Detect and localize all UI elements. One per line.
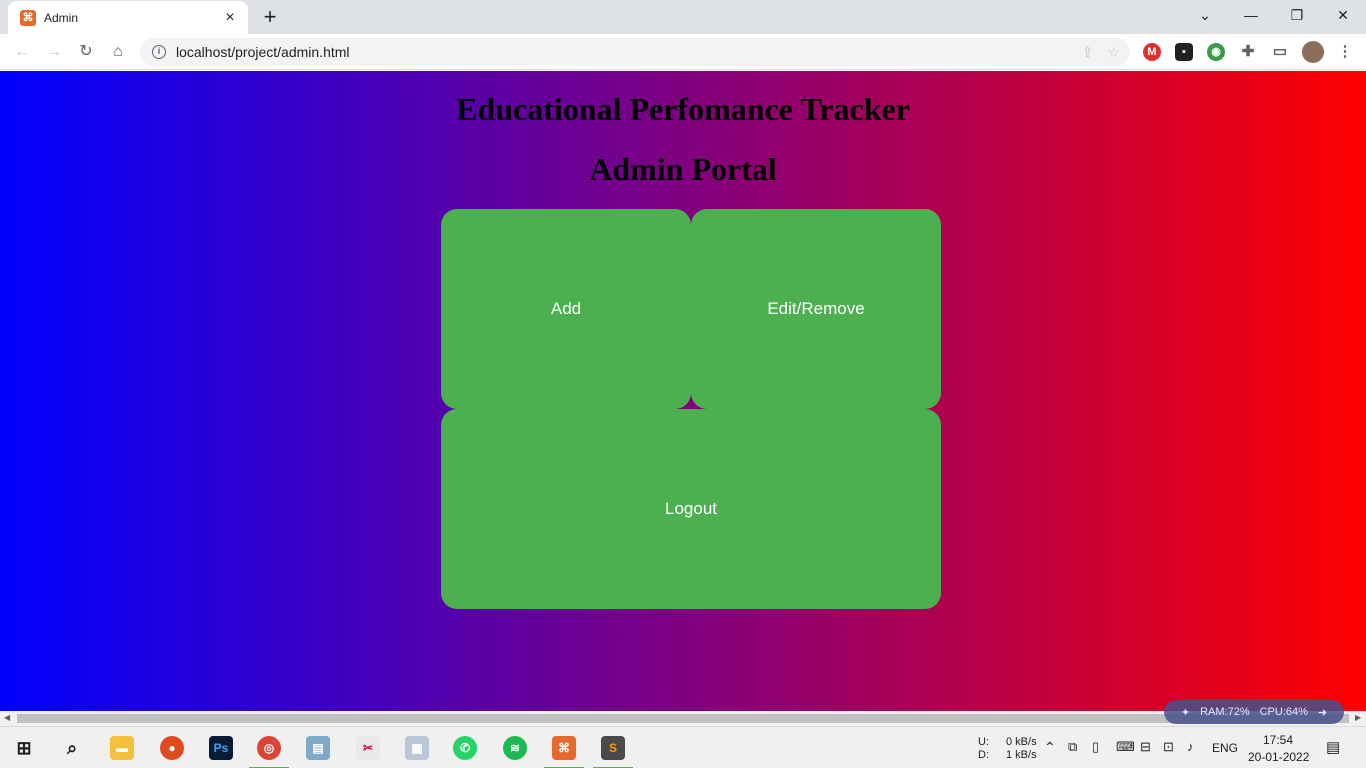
puzzle-extensions-icon[interactable]: ✚ — [1239, 43, 1257, 61]
show-hidden-icons-chevron-icon[interactable]: ⌃ — [1044, 739, 1056, 756]
admin-page: Educational Perfomance Tracker Admin Por… — [0, 71, 1366, 711]
forward-arrow-icon[interactable]: → — [42, 40, 66, 64]
page-title: Educational Perfomance Tracker — [456, 91, 910, 127]
back-arrow-icon[interactable]: ← — [10, 40, 34, 64]
whatsapp-icon[interactable]: ✆ — [453, 736, 477, 760]
restore-button[interactable]: ❐ — [1274, 4, 1320, 28]
scrollbar-thumb[interactable] — [17, 714, 1349, 723]
close-window-button[interactable]: ✕ — [1320, 4, 1366, 28]
volume-icon[interactable]: ♪ — [1187, 739, 1194, 754]
battery-icon[interactable]: ▯ — [1092, 739, 1099, 755]
language-indicator[interactable]: ENG — [1212, 741, 1238, 755]
browser-tab[interactable]: ⌘ Admin × — [8, 1, 248, 34]
edit-remove-button[interactable]: Edit/Remove — [691, 209, 941, 409]
horizontal-scrollbar[interactable]: ◀ ▶ — [0, 711, 1366, 726]
page-subtitle: Admin Portal — [589, 151, 777, 187]
sublime-text-icon[interactable]: S — [601, 736, 625, 760]
tab-title: Admin — [44, 10, 79, 25]
bookmark-star-icon[interactable]: ☆ — [1107, 44, 1120, 61]
home-icon[interactable]: ⌂ — [106, 40, 130, 64]
net-up-speed: 0 kB/s — [1006, 736, 1037, 748]
net-down-speed: 1 kB/s — [1006, 749, 1037, 761]
usb-icon[interactable]: ⊟ — [1140, 739, 1151, 755]
new-tab-button[interactable]: + — [256, 4, 284, 32]
tray-app-icon[interactable]: ⧉ — [1068, 739, 1077, 755]
clock-time[interactable]: 17:54 — [1263, 733, 1293, 747]
xampp-favicon-icon: ⌘ — [20, 9, 36, 26]
notes-app-icon[interactable]: ▤ — [306, 736, 330, 760]
mega-extension-icon[interactable]: M — [1143, 43, 1161, 61]
xampp-icon[interactable]: ⌘ — [552, 736, 576, 760]
ram-usage: RAM:72% — [1200, 706, 1250, 718]
profile-avatar[interactable] — [1302, 41, 1324, 63]
network-icon[interactable]: ⊡ — [1163, 739, 1174, 755]
windows-taskbar: ⊞ ⌕ ▬ ● Ps ◎ ▤ ✂ ▦ ✆ ≋ ⌘ S U: D: 0 kB/s … — [0, 726, 1366, 768]
photos-app-icon[interactable]: ▦ — [405, 736, 429, 760]
chrome-icon[interactable]: ◎ — [257, 736, 281, 760]
arrow-icon: ➜ — [1317, 706, 1328, 719]
more-menu-icon[interactable]: ⋮ — [1336, 43, 1354, 61]
clock-date[interactable]: 20-01-2022 — [1248, 750, 1309, 764]
address-bar[interactable]: i localhost/project/admin.html ⇪ ☆ — [140, 38, 1130, 66]
reload-icon[interactable]: ↻ — [74, 40, 98, 64]
cast-icon[interactable]: ▭ — [1271, 43, 1289, 61]
cpu-usage: CPU:64% — [1259, 706, 1308, 718]
net-up-label: U: — [978, 736, 989, 748]
add-button[interactable]: Add — [441, 209, 691, 409]
scroll-right-arrow-icon[interactable]: ▶ — [1355, 713, 1361, 722]
tab-search-chevron-icon[interactable]: ⌄ — [1182, 4, 1228, 28]
info-icon[interactable]: i — [152, 45, 166, 59]
recorder-icon[interactable]: ● — [160, 736, 184, 760]
notification-center-icon[interactable]: ▤ — [1326, 738, 1340, 756]
search-icon[interactable]: ⌕ — [60, 736, 84, 760]
browser-toolbar: ← → ↻ ⌂ i localhost/project/admin.html ⇪… — [0, 34, 1366, 70]
windows-start-icon[interactable]: ⊞ — [12, 736, 36, 760]
photoshop-icon[interactable]: Ps — [209, 736, 233, 760]
keyboard-icon[interactable]: ⌨ — [1116, 739, 1135, 755]
logout-button[interactable]: Logout — [441, 409, 941, 609]
vpn-extension-icon[interactable]: ◉ — [1207, 43, 1225, 61]
tab-close-icon[interactable]: × — [222, 9, 238, 26]
url-text[interactable]: localhost/project/admin.html — [176, 44, 350, 60]
minimize-button[interactable]: — — [1228, 4, 1274, 28]
net-down-label: D: — [978, 749, 989, 761]
scroll-left-arrow-icon[interactable]: ◀ — [4, 713, 10, 722]
spotify-icon[interactable]: ≋ — [503, 736, 527, 760]
browser-tab-bar: ⌘ Admin × + ⌄ — ❐ ✕ — [0, 0, 1366, 34]
extension-icon[interactable]: ▪ — [1175, 43, 1193, 61]
snipping-tool-icon[interactable]: ✂ — [356, 736, 380, 760]
share-icon[interactable]: ⇪ — [1082, 44, 1094, 61]
rocket-icon: ✦ — [1180, 706, 1191, 719]
system-monitor-overlay: ✦ RAM:72% CPU:64% ➜ — [1164, 700, 1344, 724]
file-explorer-icon[interactable]: ▬ — [110, 736, 134, 760]
